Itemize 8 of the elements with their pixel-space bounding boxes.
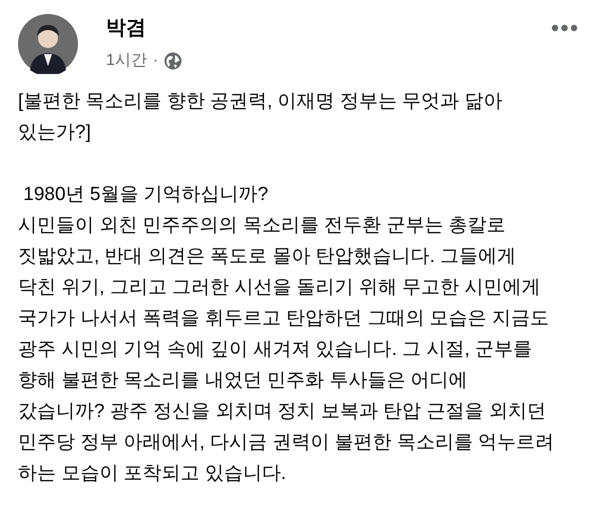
post-time[interactable]: 1시간 [106,49,147,73]
separator-dot: · [152,51,158,71]
post-paragraph: 1980년 5월을 기억하십니까? 시민들이 외친 민주주의의 목소리를 전두환 군부는 총칼로 짓밟았고, 반대 의견은 폭도로 몰아 탄압했습니다. 그들에게 닥친 위기, 그리고 그러한 시선을 돌리기 위해 무고한 시민에게 국가가 나서서 폭력을 휘두르고 탄압하던 그때의 모습은 지금도 광주 시민의 기억 속에 깊이 새겨져 있습니다. 그 시절, 군부를 향해 불편한 목소리를 내었던 민주화 투사들은 어디에 갔습니까? 광주 정신을 외치며 정치 보복과 탄압 근절을 외치던 민주당 정부 아래에서, 다시금 권력이 불편한 목소리를 억누르려 하는 모습이 포착되고 있습니다. [18,183,556,486]
avatar[interactable] [18,14,78,74]
post-paragraph: [불편한 목소리를 향한 공권력, 이재명 정부는 무엇과 닮아 있는가?] [18,90,504,145]
more-options-icon[interactable] [551,24,578,32]
author-name[interactable]: 박겸 [106,15,182,41]
globe-icon [164,52,182,70]
